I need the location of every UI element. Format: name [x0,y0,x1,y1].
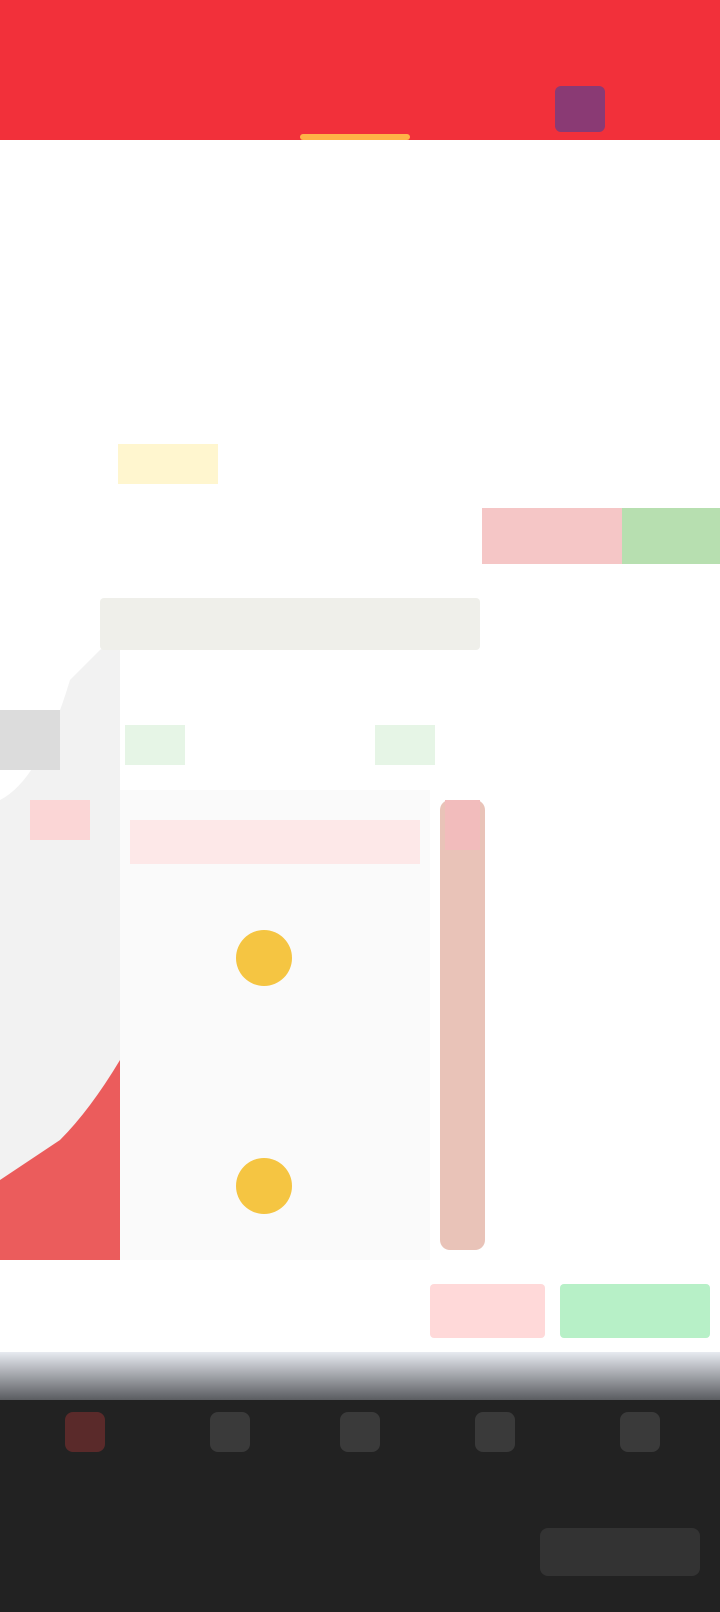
buy-button[interactable] [560,1284,710,1338]
order-book-row[interactable] [482,1058,720,1106]
candle-bar-left [30,800,90,840]
header-tab-active[interactable] [290,80,420,124]
action-2-button[interactable] [140,1284,250,1338]
trade-icon [340,1412,380,1452]
trade-card-row-value-3 [310,1160,410,1210]
indicator-3[interactable] [230,444,340,484]
stat-value-3 [610,196,710,222]
order-book-row[interactable] [482,658,720,706]
trade-card-row-value-2 [260,1035,380,1085]
indicator-1[interactable] [0,444,110,484]
sell-ratio [482,508,622,564]
header-tab-4[interactable] [440,80,530,124]
contract-info-strip [0,312,720,368]
header-tab-5[interactable] [615,80,705,124]
tab-indicator [300,134,410,140]
buy-ratio [622,508,720,564]
coin-icon [236,1158,292,1214]
stat-value-1 [270,196,360,222]
order-book-row[interactable] [482,958,720,1006]
order-book-row[interactable] [482,708,720,756]
avatar[interactable] [555,86,605,132]
nav-item-profile[interactable] [585,1412,695,1482]
market-icon [210,1412,250,1452]
nav-item-news[interactable] [440,1412,550,1482]
price-change [10,238,170,268]
stat-label-1 [175,196,265,222]
order-book-row[interactable] [482,1158,720,1206]
indicator-2[interactable] [118,444,218,484]
order-book-row[interactable] [482,1108,720,1156]
stat-value-4 [610,236,710,262]
header-right-action[interactable] [500,16,690,60]
header-tab-1[interactable] [30,80,130,124]
action-1-button[interactable] [10,1284,110,1338]
price-tag-left [4,714,64,744]
buy-sell-ratio-bar [482,508,720,564]
period-tab-6[interactable] [490,386,580,430]
order-book-row[interactable] [482,908,720,956]
stat-label-3 [380,196,580,222]
order-book-row[interactable] [482,858,720,906]
trade-card-title [130,820,420,864]
trade-card-row-value-1 [310,920,410,970]
stat-value-2 [270,236,360,262]
order-book-row[interactable] [482,758,720,806]
profile-icon [620,1412,660,1452]
period-tab-3[interactable] [205,386,295,430]
period-tab-1[interactable] [10,386,100,430]
volume-label-green-2 [375,725,435,765]
order-book-header [482,618,720,658]
nav-item-home[interactable] [30,1412,140,1482]
period-tab-4[interactable] [300,386,390,430]
system-button[interactable] [540,1528,700,1576]
period-tab-selected[interactable] [110,386,200,430]
sell-button[interactable] [430,1284,545,1338]
period-tab-5[interactable] [395,386,485,430]
candle-bar-right [440,800,485,1250]
order-book [482,508,720,1268]
coin-icon [236,930,292,986]
indicator-5[interactable] [470,444,580,484]
divider-shadow [0,1352,720,1400]
news-icon [475,1412,515,1452]
header-tab-2[interactable] [170,80,270,124]
stat-label-4 [380,236,580,262]
order-book-row[interactable] [482,808,720,856]
home-icon [65,1412,105,1452]
last-price [8,186,168,230]
action-3-button[interactable] [300,1284,420,1338]
ma-legend [100,598,480,650]
header-title [40,20,190,60]
nav-item-market[interactable] [175,1412,285,1482]
nav-item-trade[interactable] [305,1412,415,1482]
stat-label-2 [175,236,265,262]
order-book-row[interactable] [482,1208,720,1256]
order-book-row[interactable] [482,1008,720,1056]
period-tab-more[interactable] [600,386,710,430]
volume-label-green-1 [125,725,185,765]
indicator-4[interactable] [350,444,460,484]
